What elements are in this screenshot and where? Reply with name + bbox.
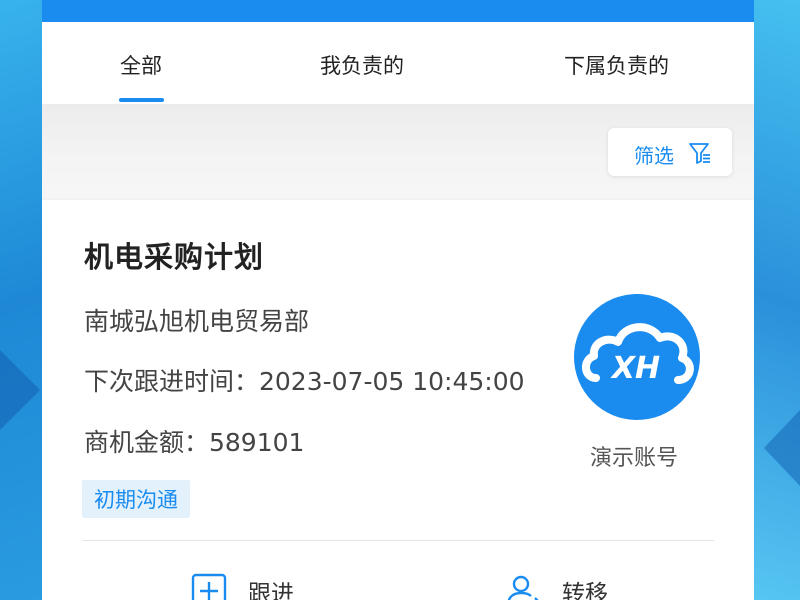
cloud-logo-icon: XH: [582, 323, 694, 386]
avatar: XH: [574, 294, 700, 420]
tab-subordinates[interactable]: 下属负责的: [564, 50, 669, 80]
opportunity-amount: 商机金额：589101: [84, 428, 305, 457]
transfer-label: 转移: [562, 581, 608, 600]
tab-all[interactable]: 全部: [120, 50, 162, 80]
background-left: [0, 0, 42, 600]
avatar-logo-text: XH: [610, 351, 660, 386]
user-transfer-icon: [507, 575, 539, 600]
tab-mine[interactable]: 我负责的: [320, 50, 404, 80]
opportunity-card[interactable]: 机电采购计划 南城弘旭机电贸易部 下次跟进时间：2023-07-05 10:45…: [42, 200, 754, 600]
plus-square-icon: [191, 573, 227, 600]
filter-button[interactable]: 筛选: [608, 128, 732, 176]
header-bar: [42, 0, 754, 22]
opportunity-title: 机电采购计划: [84, 240, 265, 274]
active-tab-indicator: [119, 98, 164, 102]
next-follow-time: 下次跟进时间：2023-07-05 10:45:00: [84, 367, 525, 396]
tab-bar: 全部 我负责的 下属负责的: [42, 22, 754, 104]
filter-icon: [689, 143, 710, 164]
divider: [82, 540, 714, 541]
background-right: [754, 0, 800, 600]
filter-area: 筛选: [42, 104, 754, 198]
stage-badge: 初期沟通: [82, 480, 190, 518]
filter-label: 筛选: [634, 144, 674, 168]
follow-up-label: 跟进: [248, 581, 294, 600]
app-screen: 全部 我负责的 下属负责的 筛选 机电采购计划 南城弘旭机电贸易部 下次跟进时间…: [42, 0, 754, 600]
owner-name: 演示账号: [590, 446, 679, 471]
company-name: 南城弘旭机电贸易部: [84, 307, 310, 336]
